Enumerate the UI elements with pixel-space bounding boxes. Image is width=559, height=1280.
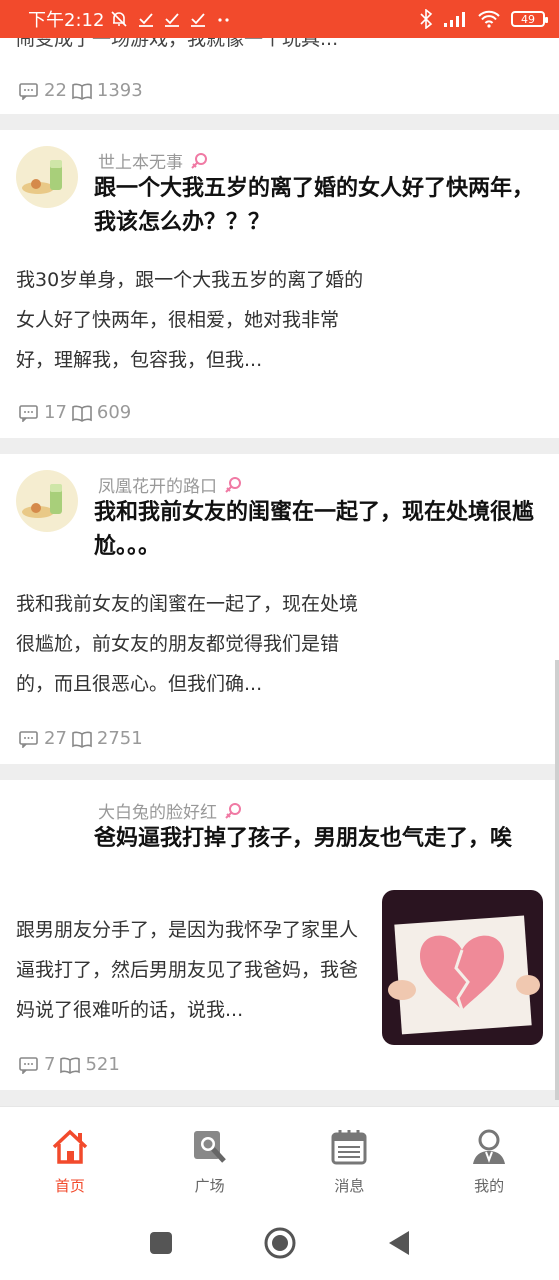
- read-count: 2751: [96, 728, 143, 749]
- post-thumbnail-broken-heart[interactable]: [382, 890, 543, 1045]
- post-stats: 7 521: [18, 1054, 120, 1075]
- book-icon: [72, 731, 92, 748]
- comment-count: 17: [44, 402, 67, 423]
- post-excerpt[interactable]: 我和我前女友的闺蜜在一起了，现在处境很尴尬，前女友的朋友都觉得我们是错的，而且很…: [16, 584, 368, 704]
- read-count: 609: [96, 402, 132, 423]
- signal-icon: [444, 12, 465, 27]
- recents-square-icon[interactable]: [149, 1231, 173, 1255]
- post-card[interactable]: 大白兔的脸好红 爸妈逼我打掉了孩子，男朋友也气走了，唉 跟男朋友分手了，是因为我…: [0, 780, 559, 1090]
- notification-icons: [110, 10, 232, 28]
- read-count: 521: [85, 1054, 120, 1075]
- book-icon: [60, 1057, 81, 1074]
- comment-icon: [19, 1056, 38, 1074]
- status-bar: 下午2:12 49: [0, 0, 559, 38]
- comment-count: 22: [44, 80, 67, 101]
- comment-icon: [19, 82, 38, 100]
- post-stats: 27 2751: [18, 728, 143, 749]
- post-title[interactable]: 我和我前女友的闺蜜在一起了，现在处境很尴尬。。。: [94, 496, 534, 564]
- book-icon: [72, 83, 92, 100]
- post-stats: 22 1393: [18, 80, 143, 101]
- comment-icon: [19, 404, 38, 422]
- tab-label: 广场: [194, 1177, 225, 1195]
- home-icon: [52, 1129, 88, 1164]
- post-card[interactable]: 世上本无事 跟一个大我五岁的离了婚的女人好了快两年，我该怎么办？？？ 我30岁单…: [0, 130, 559, 438]
- female-icon: [225, 476, 241, 493]
- back-triangle-icon[interactable]: [387, 1230, 411, 1256]
- tab-label: 消息: [334, 1177, 365, 1195]
- check-icon: [139, 13, 154, 27]
- post-excerpt[interactable]: 跟男朋友分手了，是因为我怀孕了家里人逼我打了，然后男朋友见了我爸妈，我爸妈说了很…: [16, 910, 368, 1030]
- system-nav-bar: [0, 1206, 559, 1280]
- post-card-partial[interactable]: 闹变成了一场游戏，我就像一个玩具... 22 1393: [0, 38, 559, 114]
- card-separator: [0, 114, 559, 130]
- feed-scrollbar[interactable]: [555, 660, 559, 1100]
- female-icon: [225, 802, 241, 819]
- system-icons: 49: [419, 9, 548, 29]
- mute-bell-icon: [111, 11, 127, 27]
- post-excerpt: 闹变成了一场游戏，我就像一个玩具...: [16, 38, 339, 50]
- female-icon: [191, 152, 207, 169]
- avatar[interactable]: [16, 470, 78, 532]
- battery-icon: 49: [511, 11, 548, 27]
- book-icon: [72, 405, 92, 422]
- tab-label: 我的: [474, 1177, 505, 1195]
- tab-me[interactable]: 我的: [419, 1107, 559, 1206]
- tab-label: 首页: [54, 1177, 85, 1195]
- bottom-tab-bar: 首页 广场 消息 我的: [0, 1106, 559, 1206]
- check-icon: [165, 13, 180, 27]
- card-separator: [0, 1090, 559, 1106]
- post-title[interactable]: 跟一个大我五岁的离了婚的女人好了快两年，我该怎么办？？？: [94, 172, 534, 240]
- author-name: 大白兔的脸好红: [98, 803, 217, 823]
- home-circle-icon[interactable]: [263, 1226, 297, 1260]
- bluetooth-icon: [420, 9, 433, 29]
- post-title[interactable]: 爸妈逼我打掉了孩子，男朋友也气走了，唉: [94, 822, 534, 856]
- post-stats: 17 609: [18, 402, 131, 423]
- post-excerpt[interactable]: 我30岁单身，跟一个大我五岁的离了婚的女人好了快两年，很相爱，她对我非常好，理解…: [16, 260, 368, 380]
- author[interactable]: 大白兔的脸好红: [98, 798, 243, 823]
- calendar-icon: [331, 1130, 367, 1165]
- comment-count: 27: [44, 728, 67, 749]
- author[interactable]: 世上本无事: [98, 148, 209, 173]
- card-separator: [0, 438, 559, 454]
- tab-square[interactable]: 广场: [140, 1107, 280, 1206]
- comment-count: 7: [44, 1054, 56, 1075]
- person-icon: [473, 1129, 506, 1164]
- avatar[interactable]: [16, 146, 78, 208]
- check-icon: [191, 13, 206, 27]
- read-count: 1393: [96, 80, 143, 101]
- more-dots-icon: [218, 18, 230, 22]
- author-name: 凤凰花开的路口: [98, 477, 217, 497]
- tab-messages[interactable]: 消息: [280, 1107, 420, 1206]
- battery-level: 49: [521, 12, 535, 26]
- card-separator: [0, 764, 559, 780]
- magnifier-icon: [193, 1131, 226, 1163]
- post-card[interactable]: 凤凰花开的路口 我和我前女友的闺蜜在一起了，现在处境很尴尬。。。 我和我前女友的…: [0, 454, 559, 764]
- post-feed[interactable]: 闹变成了一场游戏，我就像一个玩具... 22 1393 世上本无事 跟一个大我五…: [0, 38, 559, 1106]
- wifi-icon: [478, 10, 500, 28]
- author-name: 世上本无事: [98, 153, 183, 173]
- tab-home[interactable]: 首页: [0, 1107, 140, 1206]
- comment-icon: [19, 730, 38, 748]
- author[interactable]: 凤凰花开的路口: [98, 472, 243, 497]
- status-time: 下午2:12: [28, 10, 105, 31]
